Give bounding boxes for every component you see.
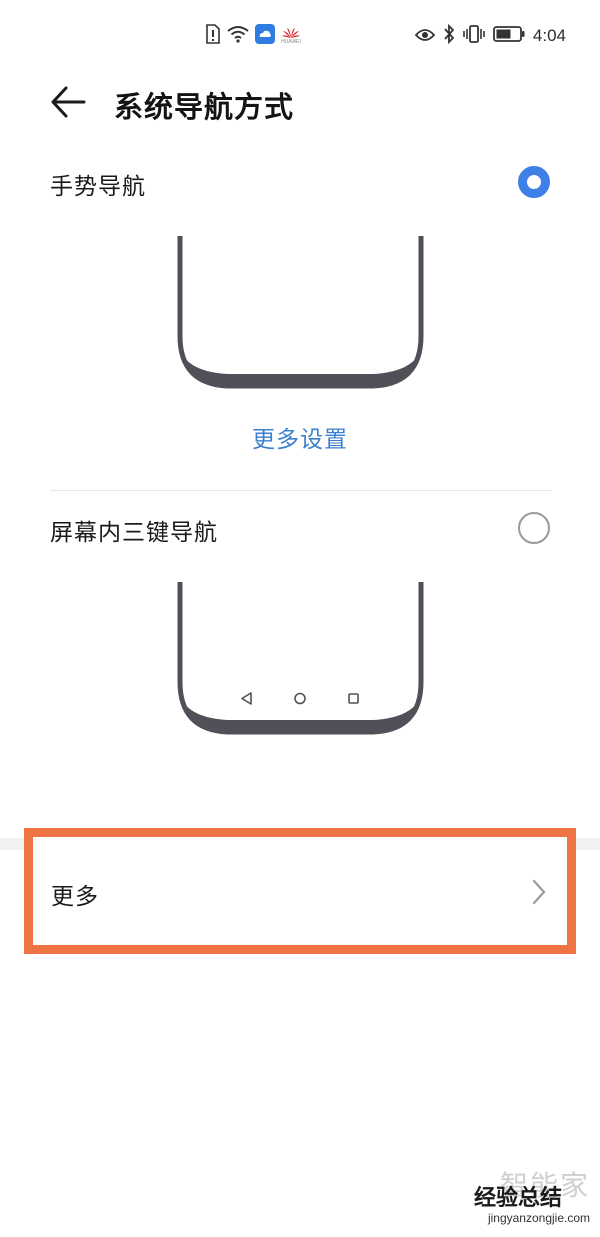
more-label: 更多	[51, 884, 99, 910]
back-button[interactable]	[48, 82, 88, 122]
chevron-right-icon	[532, 879, 546, 905]
status-bar-left: HUAWEI	[205, 24, 301, 48]
watermark-url-text: jingyanzongjie.com	[487, 1211, 590, 1225]
page-header: 系统导航方式	[0, 70, 600, 134]
huawei-logo-icon: HUAWEI	[281, 25, 301, 47]
divider	[50, 490, 552, 491]
gesture-navigation-radio[interactable]	[518, 166, 550, 198]
huawei-logo-text: HUAWEI	[281, 39, 301, 45]
gesture-navigation-label: 手势导航	[50, 174, 146, 200]
back-key-icon	[241, 692, 252, 705]
battery-icon	[493, 26, 525, 46]
recent-apps-key-icon	[348, 693, 359, 704]
watermark: 智能家 经验总结 jingyanzongjie.com	[460, 1171, 590, 1226]
page-title: 系统导航方式	[114, 90, 295, 124]
home-key-icon	[294, 692, 306, 705]
back-arrow-icon	[51, 86, 86, 118]
alert-icon	[205, 24, 221, 48]
gesture-phone-illustration	[177, 236, 424, 389]
bluetooth-icon	[443, 23, 455, 48]
three-key-navigation-radio[interactable]	[518, 512, 550, 544]
three-key-navigation-label: 屏幕内三键导航	[50, 520, 218, 546]
vibrate-icon	[463, 24, 485, 48]
status-bar-right: 4:04	[414, 23, 566, 48]
eye-icon	[414, 27, 436, 46]
wifi-icon	[227, 25, 249, 47]
more-settings-link[interactable]: 更多设置	[0, 420, 600, 454]
status-time: 4:04	[532, 26, 566, 45]
more-row[interactable]: 更多	[24, 828, 576, 954]
watermark-middle-text: 经验总结	[473, 1186, 562, 1211]
cloud-icon	[255, 24, 275, 48]
status-bar: HUAWEI 4:04	[0, 0, 600, 70]
three-key-phone-illustration	[177, 582, 424, 735]
